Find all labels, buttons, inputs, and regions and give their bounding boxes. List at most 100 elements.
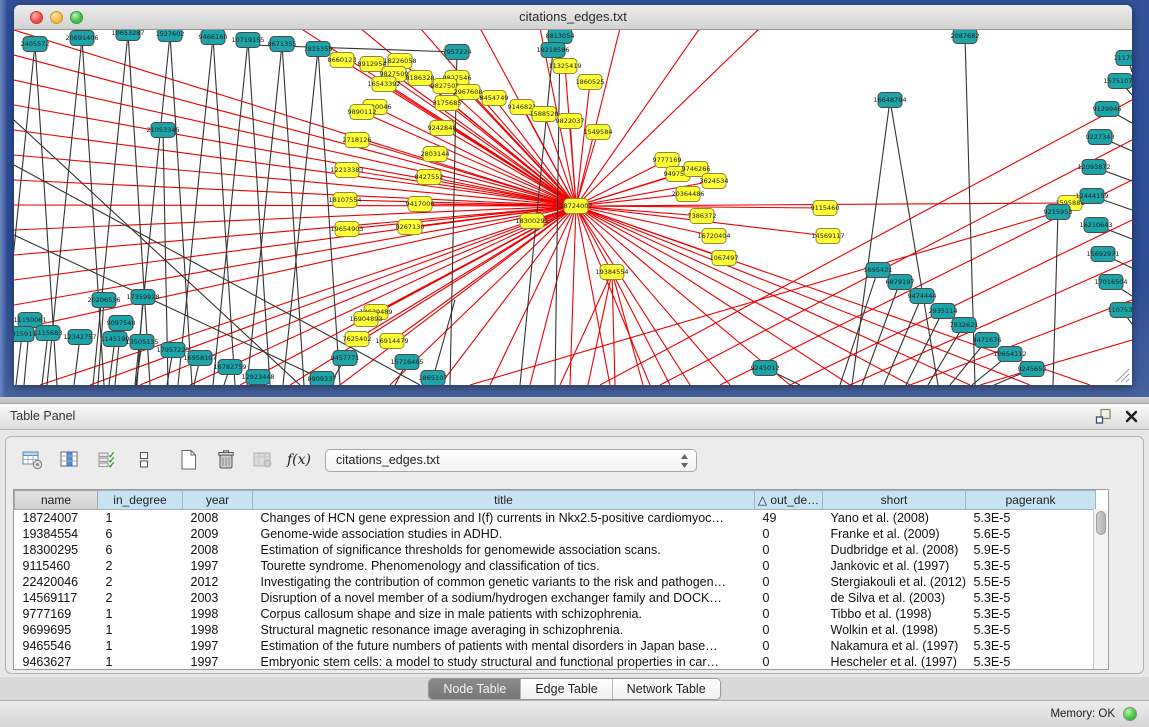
graph-node[interactable]: 15751074 bbox=[1103, 74, 1132, 89]
graph-node[interactable]: 16914479 bbox=[375, 334, 408, 349]
table-row[interactable]: 1872400712008Changes of HCN gene express… bbox=[15, 510, 1096, 526]
column-header-out_de[interactable]: △ out_de… bbox=[755, 491, 823, 510]
table-row[interactable]: 946362711997Embryonic stem cells: a mode… bbox=[15, 654, 1096, 670]
graph-node[interactable]: 9115460 bbox=[811, 201, 840, 216]
graph-node[interactable]: 18107554 bbox=[328, 193, 361, 208]
network-window-titlebar[interactable]: citations_edges.txt bbox=[14, 5, 1132, 30]
graph-node[interactable]: 10653287 bbox=[111, 30, 144, 41]
graph-node[interactable]: 19384554 bbox=[595, 265, 628, 280]
column-header-pagerank[interactable]: pagerank bbox=[966, 491, 1096, 510]
split-pane-divider[interactable] bbox=[0, 397, 1149, 404]
graph-node[interactable]: 1695421 bbox=[864, 263, 893, 278]
graph-node[interactable]: 12093872 bbox=[1077, 160, 1110, 175]
graph-node[interactable]: 9822037 bbox=[556, 114, 585, 129]
graph-hub-node[interactable]: 18724007 bbox=[559, 199, 592, 214]
graph-node[interactable]: 19654903 bbox=[330, 222, 363, 237]
graph-node[interactable]: 9417006 bbox=[406, 197, 435, 212]
network-graph[interactable]: 1872400786601238912954182260589827509165… bbox=[14, 30, 1132, 385]
graph-node[interactable]: 18300295 bbox=[515, 214, 548, 229]
graph-node[interactable]: 6879197 bbox=[886, 275, 915, 290]
zoom-traffic-light-icon[interactable] bbox=[70, 11, 83, 24]
graph-node[interactable]: 2935114 bbox=[929, 304, 958, 319]
graph-node[interactable]: 10719155 bbox=[231, 33, 264, 48]
graph-node[interactable]: 3175685 bbox=[433, 96, 462, 111]
graph-node[interactable]: 15716485 bbox=[390, 355, 423, 370]
graph-node[interactable]: 9129946 bbox=[1093, 102, 1122, 117]
graph-node[interactable]: 7386372 bbox=[688, 209, 717, 224]
column-settings-button[interactable] bbox=[20, 448, 46, 472]
table-row[interactable]: 2242004622012Investigating the contribut… bbox=[15, 574, 1096, 590]
graph-node[interactable]: 9466160 bbox=[199, 30, 228, 45]
graph-node[interactable]: 9474444 bbox=[908, 289, 937, 304]
float-panel-icon[interactable] bbox=[1095, 408, 1112, 425]
tab-edge-table[interactable]: Edge Table bbox=[520, 679, 611, 699]
graph-node[interactable]: 9245652 bbox=[1018, 362, 1047, 377]
graph-node[interactable]: 9227343 bbox=[1086, 130, 1115, 145]
new-attribute-button[interactable] bbox=[176, 448, 202, 472]
graph-node[interactable]: 9242848 bbox=[428, 121, 457, 136]
graph-node[interactable]: 8267130 bbox=[396, 220, 425, 235]
table-chooser-dropdown[interactable]: citations_edges.txt bbox=[325, 449, 697, 472]
graph-node[interactable]: 8454749 bbox=[480, 91, 509, 106]
graph-node[interactable]: 12444159 bbox=[1075, 189, 1108, 204]
graph-node[interactable]: 9097548 bbox=[107, 316, 136, 331]
graph-node[interactable]: 7625402 bbox=[343, 332, 372, 347]
graph-node[interactable]: 16210643 bbox=[1079, 218, 1112, 233]
table-row[interactable]: 1938455462009Genome-wide association stu… bbox=[15, 526, 1096, 542]
tab-network-table[interactable]: Network Table bbox=[612, 679, 720, 699]
graph-node[interactable]: 14569117 bbox=[811, 229, 844, 244]
graph-node[interactable]: 12923448 bbox=[241, 370, 274, 385]
graph-node[interactable]: 8471676 bbox=[973, 333, 1002, 348]
graph-node[interactable]: 15692971 bbox=[1086, 247, 1119, 262]
graph-node[interactable]: 1115683 bbox=[34, 326, 63, 341]
graph-node[interactable]: 9245012 bbox=[751, 361, 780, 376]
graph-node[interactable]: 2803144 bbox=[421, 147, 450, 162]
column-header-title[interactable]: title bbox=[253, 491, 755, 510]
graph-node[interactable]: 8909337 bbox=[308, 372, 337, 386]
graph-node[interactable]: 20364486 bbox=[671, 187, 704, 202]
graph-node[interactable]: 1588520 bbox=[530, 107, 559, 122]
graph-node[interactable]: 9777169 bbox=[653, 153, 682, 168]
graph-node[interactable]: 7815355 bbox=[304, 42, 333, 57]
graph-node[interactable]: 1860525 bbox=[576, 75, 605, 90]
graph-node[interactable]: 7932621 bbox=[950, 318, 979, 333]
graph-node[interactable]: 3624534 bbox=[700, 174, 729, 189]
table-row[interactable]: 911546021997Tourette syndrome. Phenomeno… bbox=[15, 558, 1096, 574]
tab-node-table[interactable]: Node Table bbox=[429, 679, 520, 699]
window-resize-grip[interactable] bbox=[1112, 365, 1130, 383]
minimize-traffic-light-icon[interactable] bbox=[50, 11, 63, 24]
column-header-in_degree[interactable]: in_degree bbox=[98, 491, 183, 510]
graph-node[interactable]: 20691406 bbox=[65, 31, 98, 46]
graph-node[interactable]: 9457771 bbox=[331, 351, 360, 366]
graph-node[interactable]: 20206536 bbox=[87, 293, 120, 308]
graph-node[interactable]: 2718126 bbox=[343, 133, 372, 148]
graph-node[interactable]: 8660123 bbox=[328, 53, 357, 68]
graph-node[interactable]: 9215953 bbox=[1044, 205, 1073, 220]
graph-node[interactable]: 19218586 bbox=[536, 43, 569, 58]
column-header-short[interactable]: short bbox=[823, 491, 966, 510]
graph-node[interactable]: 12213383 bbox=[330, 163, 363, 178]
graph-node[interactable]: 16958107 bbox=[183, 351, 216, 366]
show-rows-button[interactable] bbox=[131, 448, 157, 472]
column-header-year[interactable]: year bbox=[183, 491, 253, 510]
graph-node[interactable]: 13505135 bbox=[125, 335, 158, 350]
graph-node[interactable]: 1117534 bbox=[1114, 51, 1132, 66]
select-all-rows-button[interactable]: ✓ ✓ ✓ bbox=[94, 448, 120, 472]
delete-attribute-button[interactable] bbox=[213, 448, 239, 472]
graph-node[interactable]: 16720404 bbox=[697, 229, 730, 244]
graph-node[interactable]: 8427552 bbox=[415, 170, 444, 185]
graph-node[interactable]: 17359928 bbox=[126, 290, 159, 305]
function-builder-button[interactable]: f(x) bbox=[287, 452, 311, 468]
graph-node[interactable]: 11325419 bbox=[548, 59, 581, 74]
graph-node[interactable]: 9890112 bbox=[348, 105, 377, 120]
graph-node[interactable]: 2405572 bbox=[21, 37, 50, 52]
column-header-name[interactable]: name bbox=[15, 491, 98, 510]
scrollbar-thumb[interactable] bbox=[1096, 511, 1106, 535]
graph-node[interactable]: 2087682 bbox=[951, 30, 980, 44]
graph-node[interactable]: 7957224 bbox=[443, 45, 472, 60]
graph-node[interactable]: 8671355 bbox=[268, 37, 297, 52]
graph-node[interactable]: 8813054 bbox=[546, 30, 575, 44]
table-row[interactable]: 946554611997Estimation of the future num… bbox=[15, 638, 1096, 654]
select-column-button[interactable] bbox=[57, 448, 83, 472]
network-canvas[interactable]: 1872400786601238912954182260589827509165… bbox=[14, 30, 1132, 385]
